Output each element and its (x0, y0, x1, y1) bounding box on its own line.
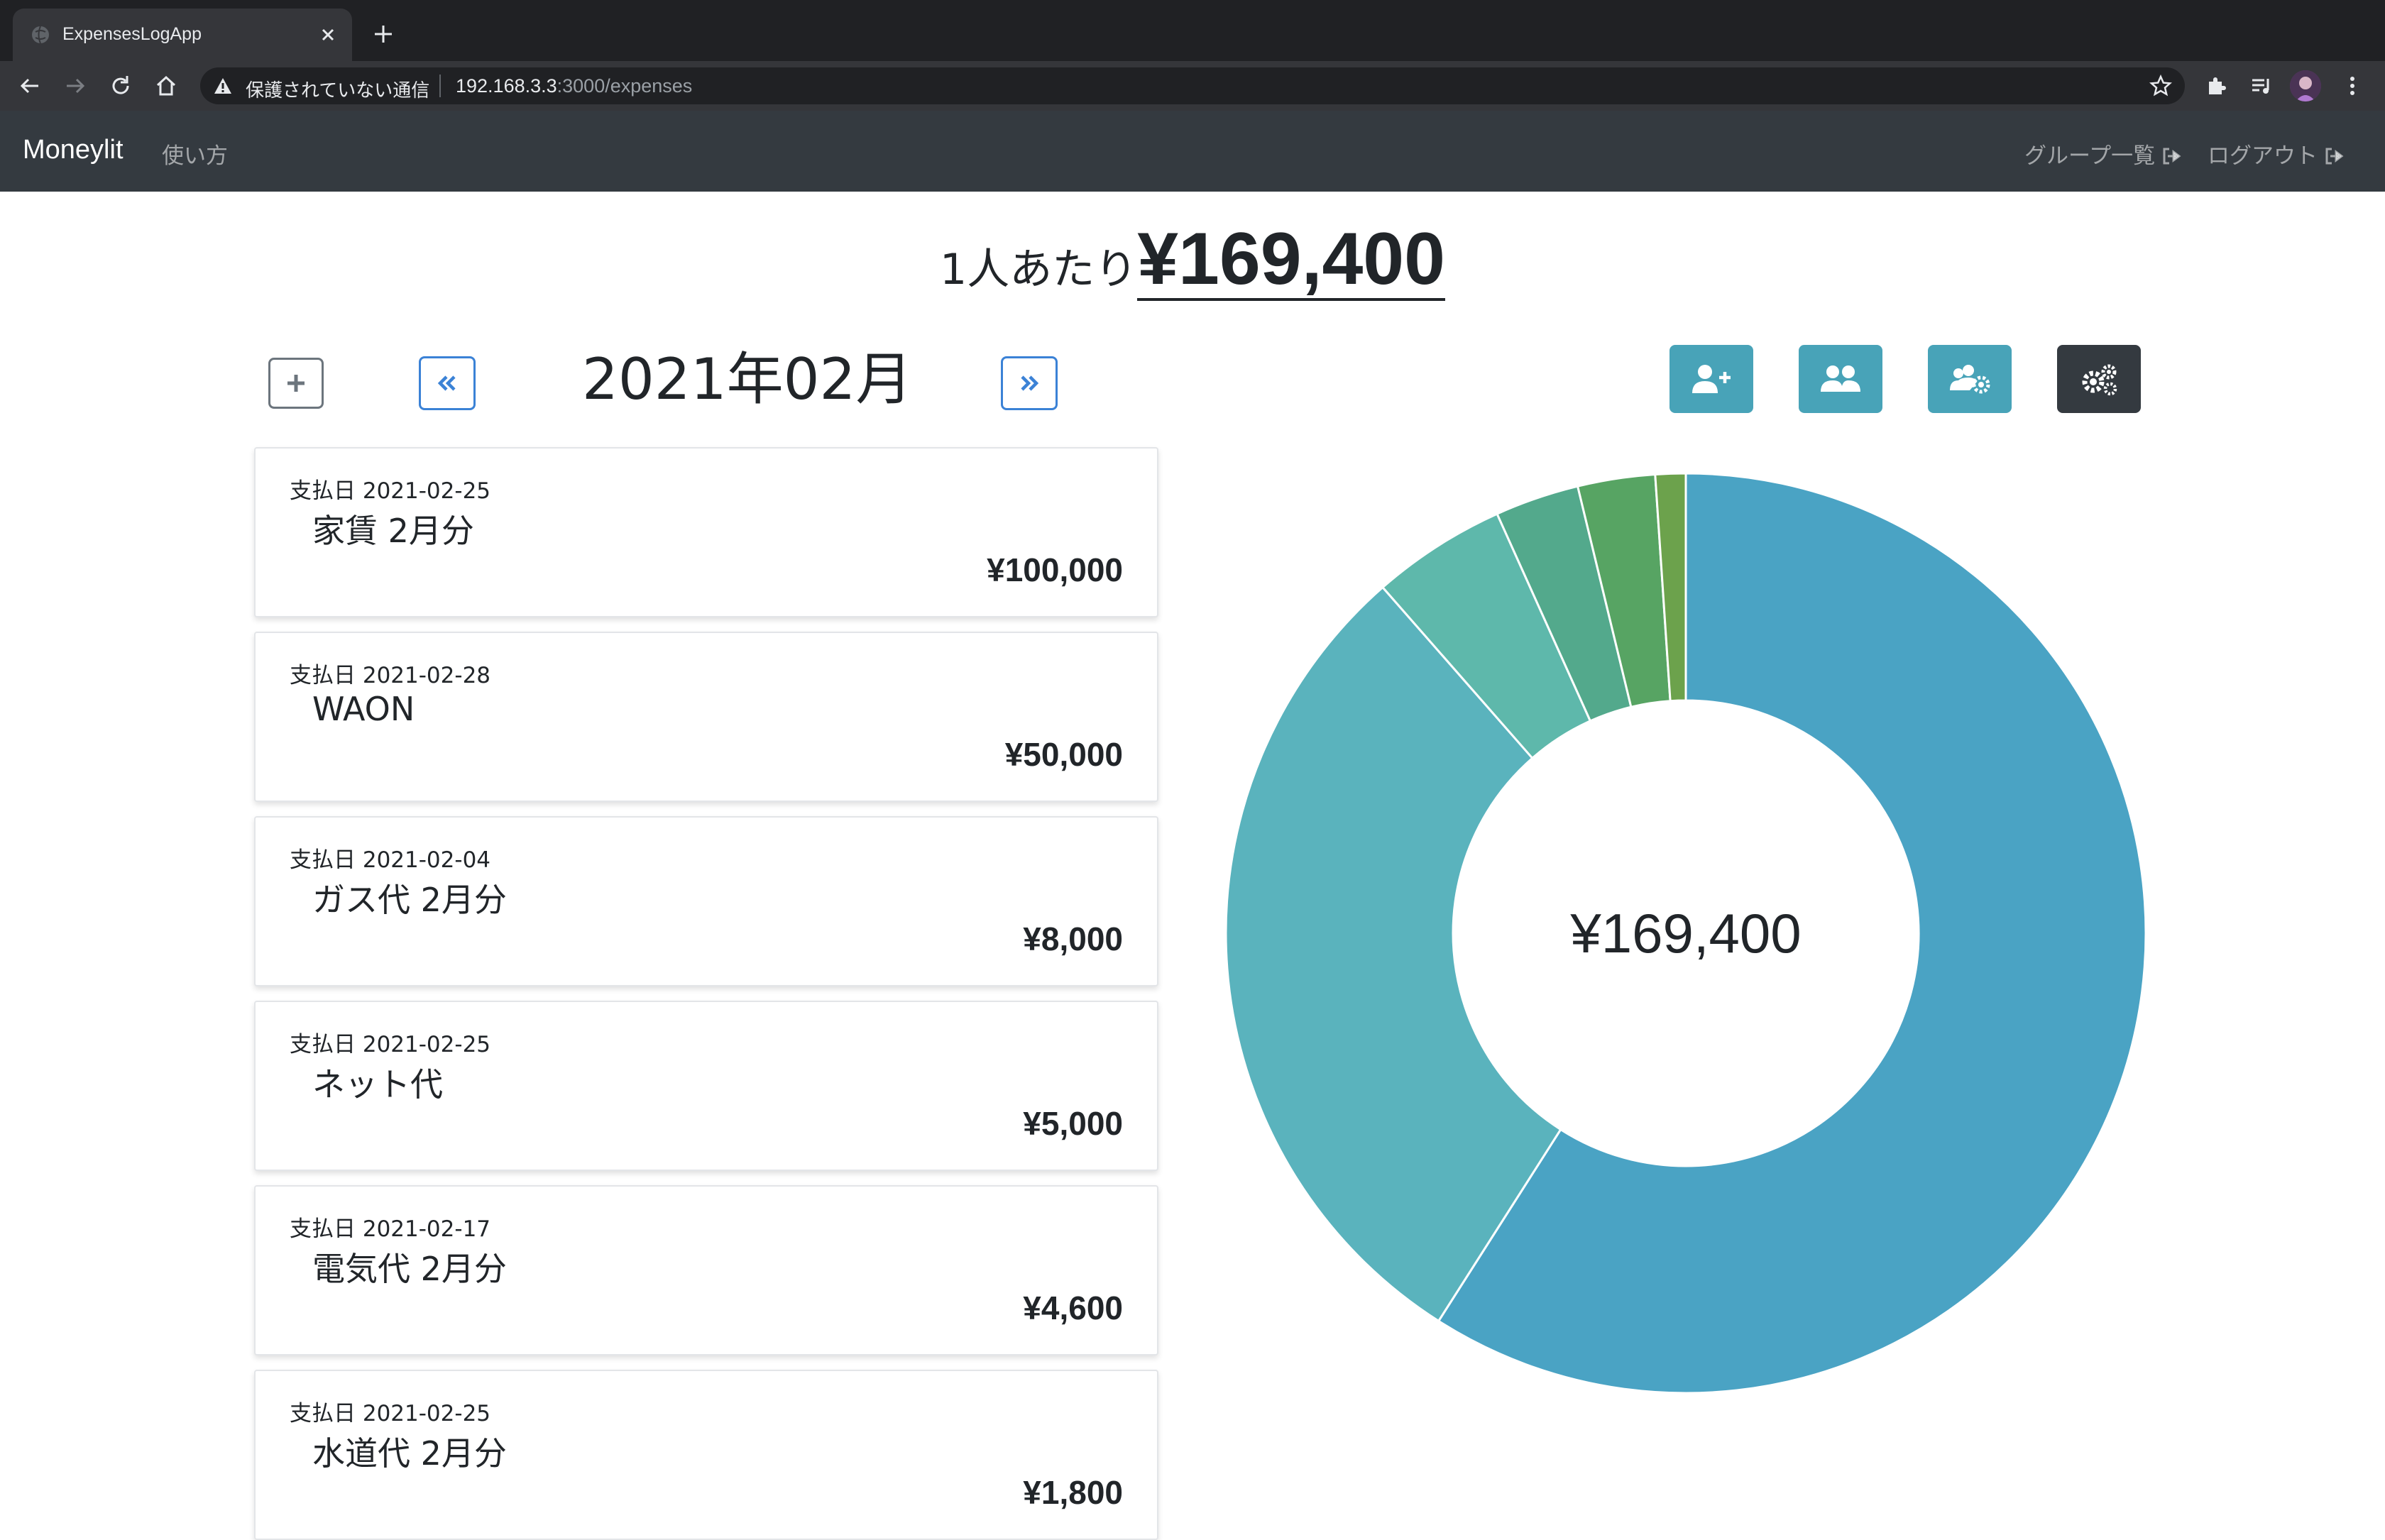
media-queue-icon[interactable] (2249, 73, 2274, 99)
reload-icon[interactable] (108, 73, 133, 99)
close-icon[interactable] (317, 23, 339, 46)
expense-amount: ¥5,000 (1023, 1105, 1123, 1142)
brand-logo[interactable]: Moneylit (23, 135, 124, 165)
forward-icon[interactable] (62, 73, 88, 99)
expense-name: ガス代 2月分 (312, 881, 507, 919)
sign-out-icon (2163, 148, 2181, 165)
sign-out-icon (2325, 148, 2344, 165)
cogs-icon (2082, 364, 2117, 396)
users-cog-icon (1950, 365, 1990, 394)
expense-date: 支払日 2021-02-25 (290, 1032, 491, 1057)
url-text[interactable]: 192.168.3.3:3000/expenses (456, 75, 692, 97)
expense-amount: ¥4,600 (1023, 1289, 1123, 1326)
tab-title: ExpensesLogApp (62, 24, 202, 44)
browser-tab[interactable]: ExpensesLogApp (13, 9, 352, 61)
expense-amount: ¥100,000 (987, 551, 1123, 588)
expense-name: 電気代 2月分 (312, 1250, 507, 1288)
expense-card[interactable]: 支払日 2021-02-04 ガス代 2月分 ¥8,000 (254, 816, 1158, 986)
new-tab-icon[interactable] (371, 21, 396, 47)
warning-icon[interactable] (213, 76, 233, 96)
address-bar[interactable]: 保護されていない通信 192.168.3.3:3000/expenses (200, 67, 2185, 104)
expense-date: 支払日 2021-02-04 (290, 847, 491, 873)
members-button[interactable] (1799, 345, 1882, 413)
profile-avatar[interactable] (2290, 70, 2321, 101)
expense-name: ネット代 (312, 1065, 443, 1104)
donut-center-total: ¥169,400 (1570, 902, 1802, 964)
add-expense-button[interactable] (268, 358, 324, 409)
nav-logout-label: ログアウト (2208, 143, 2318, 169)
globe-icon (32, 26, 49, 44)
users-icon (1821, 365, 1860, 392)
security-label[interactable]: 保護されていない通信 (246, 76, 429, 102)
nav-groups-label: グループ一覧 (2024, 143, 2156, 169)
star-icon[interactable] (2149, 75, 2172, 97)
user-plus-icon (1692, 365, 1731, 393)
current-month: 2021年02月 (582, 346, 913, 412)
expense-card[interactable]: 支払日 2021-02-25 水道代 2月分 ¥1,800 (254, 1370, 1158, 1540)
double-chevron-left-icon (437, 375, 456, 391)
per-person-amount: ¥169,400 (1137, 218, 1445, 301)
settings-button[interactable] (2057, 345, 2141, 413)
nav-groups-link[interactable]: グループ一覧 (2024, 138, 2183, 170)
previous-month-button[interactable] (419, 356, 476, 410)
group-settings-button[interactable] (1928, 345, 2012, 413)
nav-howto-link[interactable]: 使い方 (162, 138, 228, 170)
app-navbar: Moneylit 使い方 グループ一覧 ログアウト (0, 111, 2385, 192)
browser-tabstrip: ExpensesLogApp (0, 0, 2385, 61)
expense-date: 支払日 2021-02-17 (290, 1216, 491, 1242)
next-month-button[interactable] (1001, 356, 1058, 410)
address-separator (439, 75, 441, 97)
menu-kebab-icon[interactable] (2340, 73, 2365, 99)
expense-card[interactable]: 支払日 2021-02-25 ネット代 ¥5,000 (254, 1001, 1158, 1171)
expense-card[interactable]: 支払日 2021-02-17 電気代 2月分 ¥4,600 (254, 1185, 1158, 1355)
expense-card[interactable]: 支払日 2021-02-25 家賃 2月分 ¥100,000 (254, 447, 1158, 617)
browser-toolbar: 保護されていない通信 192.168.3.3:3000/expenses (0, 61, 2385, 111)
per-person-summary: 1人あたり¥169,400 (0, 220, 2385, 301)
add-member-button[interactable] (1670, 345, 1753, 413)
expense-amount: ¥50,000 (1004, 736, 1123, 773)
back-icon[interactable] (17, 73, 43, 99)
expense-name: 水道代 2月分 (312, 1434, 507, 1473)
expense-name: 家賃 2月分 (312, 512, 474, 550)
expense-date: 支払日 2021-02-28 (290, 663, 491, 688)
expense-amount: ¥1,800 (1023, 1474, 1123, 1511)
expense-date: 支払日 2021-02-25 (290, 478, 491, 504)
nav-logout-link[interactable]: ログアウト (2208, 138, 2346, 170)
per-person-label: 1人あたり (940, 245, 1138, 295)
expense-amount: ¥8,000 (1023, 920, 1123, 957)
double-chevron-right-icon (1021, 375, 1039, 391)
expense-card[interactable]: 支払日 2021-02-28 WAON ¥50,000 (254, 632, 1158, 802)
home-icon[interactable] (153, 73, 179, 99)
expense-name: WAON (312, 690, 415, 728)
expense-date: 支払日 2021-02-25 (290, 1401, 491, 1426)
extensions-icon[interactable] (2203, 73, 2229, 99)
plus-icon (287, 375, 305, 392)
